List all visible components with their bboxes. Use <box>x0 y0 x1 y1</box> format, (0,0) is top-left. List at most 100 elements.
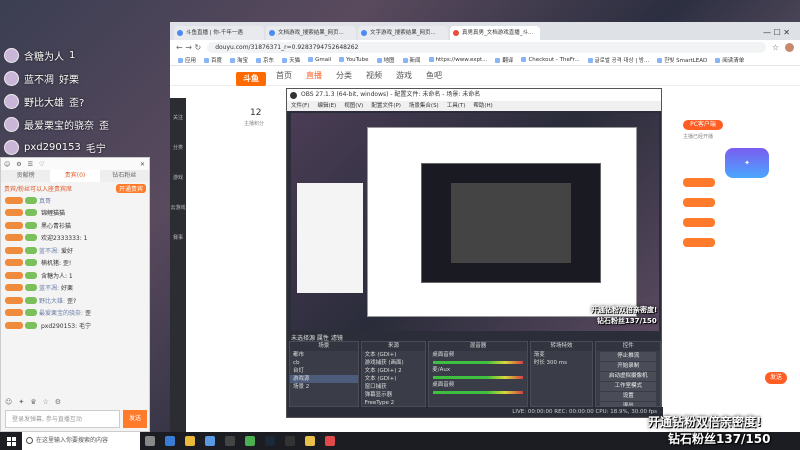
douyu-logo[interactable]: 斗鱼 <box>236 72 266 86</box>
dock-item[interactable]: 场景 2 <box>290 383 358 391</box>
terminal-icon[interactable] <box>280 432 300 450</box>
bookmark-item[interactable]: 글로벌 공격 대상 | 방... <box>588 56 650 64</box>
explorer-icon[interactable] <box>180 432 200 450</box>
tab-vip[interactable]: 贵宾(0) <box>50 170 100 182</box>
nav-item[interactable]: 首页 <box>276 70 292 81</box>
dock-item[interactable]: 窗口捕获 <box>362 383 426 391</box>
browser-tab[interactable]: 文字游戏_搜索结果_网页... <box>358 26 448 40</box>
nav-item[interactable]: 直播 <box>306 70 322 81</box>
dock-item[interactable]: 游戏源 <box>290 375 358 383</box>
chat-username[interactable]: 蓝不凋: <box>39 283 59 292</box>
bookmark-item[interactable]: 阅读清单 <box>715 56 744 64</box>
gift-icon[interactable]: ✦ <box>18 398 24 406</box>
volume-meter[interactable] <box>433 376 523 379</box>
store-icon[interactable] <box>200 432 220 450</box>
dock-item[interactable]: 弹幕显示器 <box>362 391 426 399</box>
obs-control-button[interactable]: 开始录制 <box>600 362 657 371</box>
obs-menu-item[interactable]: 文件(F) <box>291 101 309 111</box>
browser-tab[interactable]: 斗鱼直播 | 你-千年一遇 <box>174 26 264 40</box>
emoji-icon[interactable]: ☺ <box>5 398 12 406</box>
media-icon[interactable] <box>320 432 340 450</box>
url-field[interactable]: douyu.com/31876371_r=0.9283794752648262 <box>207 41 766 53</box>
obs-control-button[interactable]: 启动虚拟摄像机 <box>600 372 657 381</box>
bookmark-item[interactable]: YouTube <box>339 57 368 63</box>
dock-item[interactable]: 渐变 <box>531 351 593 359</box>
browser-tab-active[interactable]: 真男真男_文档游戏直播_斗... <box>450 26 540 40</box>
fan-icon[interactable]: ♛ <box>30 398 36 406</box>
task-view-icon[interactable] <box>140 432 160 450</box>
nav-buttons[interactable]: ← → ↻ <box>176 43 201 52</box>
edge-icon[interactable] <box>160 432 180 450</box>
obs-menu-item[interactable]: 工具(T) <box>447 101 466 111</box>
profile-avatar[interactable] <box>785 42 794 52</box>
chat-username[interactable]: 最爱栗宝的骁奈: <box>39 308 83 317</box>
sidebar-item-cloud-games[interactable]: 云游戏 <box>170 188 186 218</box>
sidebar-item-esports[interactable]: 赛事 <box>170 218 186 248</box>
obs-preview[interactable]: 开通钻粉双倍亲密度! 钻石粉丝137/150 <box>291 113 659 331</box>
obs-control-button[interactable]: 设置 <box>600 392 657 401</box>
close-icon[interactable]: ✕ <box>140 161 145 168</box>
chat-username[interactable]: 蓝不凋: <box>39 246 59 255</box>
bookmark-item[interactable]: 地图 <box>377 56 395 64</box>
dock-item[interactable]: 台灯 <box>290 367 358 375</box>
obs-menu-item[interactable]: 编辑(E) <box>317 101 336 111</box>
bookmark-item[interactable]: Checkout - TheFr... <box>521 57 579 63</box>
obs-control-button[interactable]: 停止推流 <box>600 352 657 361</box>
send-danmu-button[interactable]: 发送 <box>765 372 787 384</box>
obs-menu-item[interactable]: 场景集合(S) <box>409 101 439 111</box>
bookmark-item[interactable]: 新闻 <box>403 56 421 64</box>
bookmark-item[interactable]: 应用 <box>178 56 196 64</box>
dock-item[interactable]: cb <box>290 359 358 367</box>
folder-icon[interactable] <box>300 432 320 450</box>
gear-icon[interactable]: ⚙ <box>16 161 21 168</box>
nav-item[interactable]: 鱼吧 <box>426 70 442 81</box>
bookmark-item[interactable]: 京东 <box>256 56 274 64</box>
tab-diamond-fans[interactable]: 钻石粉丝 <box>99 170 149 182</box>
open-vip-button[interactable]: 开通贵宾 <box>115 183 146 193</box>
dock-item[interactable]: 文本 (GDI+) 2 <box>362 367 426 375</box>
sidebar-item-games[interactable]: 游戏 <box>170 158 186 188</box>
settings-icon[interactable]: ⚙ <box>55 398 61 406</box>
bookmark-item[interactable]: 百度 <box>204 56 222 64</box>
dock-item[interactable]: 时长 300 ms <box>531 359 593 367</box>
nav-item[interactable]: 游戏 <box>396 70 412 81</box>
steam-icon[interactable] <box>260 432 280 450</box>
bookmark-item[interactable]: https://www.expt... <box>429 57 488 63</box>
volume-meter[interactable] <box>433 361 523 364</box>
pc-client-button[interactable]: PC客户端 <box>683 120 723 130</box>
bookmark-item[interactable]: 한빛 SmartLEAD <box>657 56 707 64</box>
list-icon[interactable]: ☰ <box>28 161 33 168</box>
obs-control-button[interactable]: 工作室模式 <box>600 382 657 391</box>
dock-item[interactable]: FreeType 2 <box>362 399 426 406</box>
volume-meter[interactable] <box>433 391 523 394</box>
chrome-icon[interactable] <box>240 432 260 450</box>
bookmark-item[interactable]: Gmail <box>308 57 331 63</box>
chat-send-button[interactable]: 发送 <box>123 410 147 428</box>
browser-tab[interactable]: 文档游戏_搜索结果_网页... <box>266 26 356 40</box>
dock-item[interactable]: 文本 (GDI+) <box>362 375 426 383</box>
start-button[interactable] <box>0 432 22 450</box>
tab-contribution[interactable]: 贡献榜 <box>1 170 51 182</box>
dock-item[interactable]: 游戏捕获 (画面) <box>362 359 426 367</box>
bookmark-item[interactable]: 翻译 <box>495 56 513 64</box>
promo-badge-icon[interactable]: ✦ <box>725 148 769 178</box>
nav-item[interactable]: 分类 <box>336 70 352 81</box>
star-icon[interactable]: ☆ <box>772 43 779 52</box>
sidebar-item-follow[interactable]: 关注 <box>170 98 186 128</box>
nav-item[interactable]: 视频 <box>366 70 382 81</box>
bookmark-item[interactable]: 天猫 <box>282 56 300 64</box>
bookmark-item[interactable]: 淘宝 <box>230 56 248 64</box>
obs-menu-item[interactable]: 视图(V) <box>344 101 363 111</box>
obs-icon[interactable] <box>220 432 240 450</box>
taskbar-search[interactable]: 在这里输入你要搜索的内容 <box>22 432 140 450</box>
obs-menu-item[interactable]: 配置文件(P) <box>371 101 401 111</box>
dock-item[interactable]: 都市 <box>290 351 358 359</box>
obs-menu-item[interactable]: 帮助(H) <box>473 101 492 111</box>
chat-username[interactable]: 真哥 <box>39 196 51 205</box>
dock-item[interactable]: 文本 (GDI+) <box>362 351 426 359</box>
chat-input[interactable]: 登录发弹幕, 参与直播互动 <box>5 410 120 428</box>
smile-icon[interactable]: ☺ <box>4 161 10 168</box>
star-icon[interactable]: ☆ <box>42 398 48 406</box>
window-controls[interactable]: — ☐ ✕ <box>763 26 800 40</box>
heart-icon[interactable]: ♡ <box>39 161 44 168</box>
